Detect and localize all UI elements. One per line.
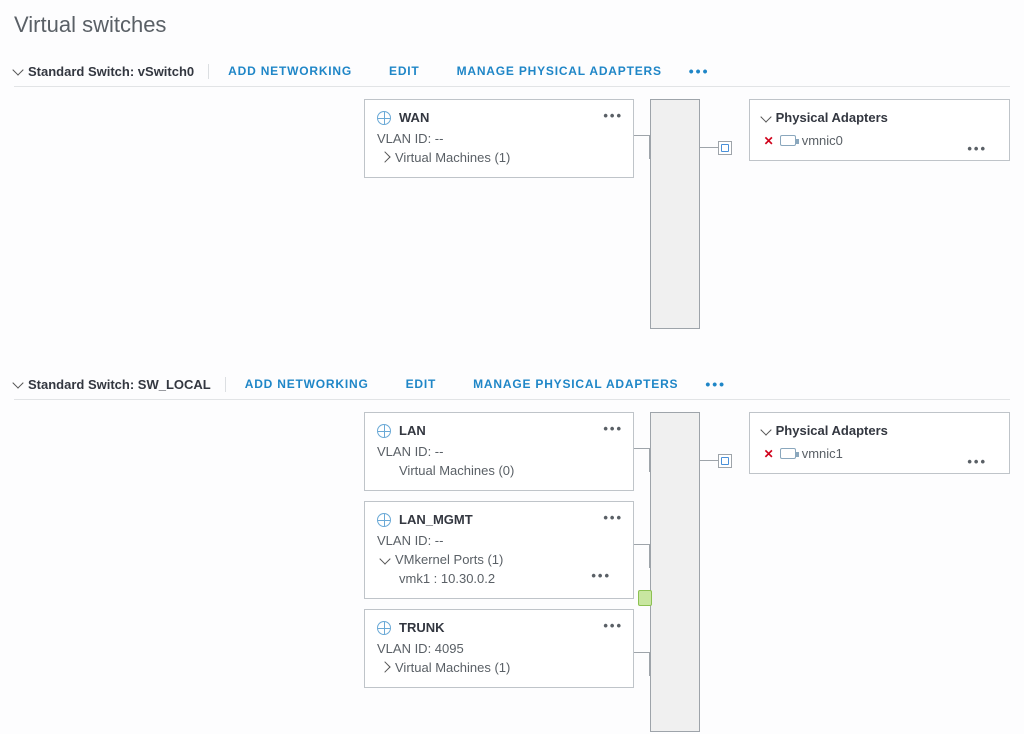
chevron-right-icon [379,151,390,162]
edit-button[interactable]: Edit [388,373,455,395]
portgroup-icon [377,111,391,125]
vswitch-bridge [634,99,723,329]
vmk-chip-icon [638,590,652,606]
adapter-name: vmnic0 [802,133,843,148]
chevron-down-icon[interactable] [760,111,771,122]
portgroup-icon [377,424,391,438]
link-down-icon: ✕ [764,448,774,460]
portgroup-more-icon[interactable]: ••• [603,510,623,525]
vlan-id-label: VLAN ID: 4095 [377,641,621,656]
chevron-down-icon [379,553,390,564]
vswitch-bridge [634,412,723,732]
switch-header: Standard Switch: vSwitch0 Add Networking… [14,56,1010,87]
physical-adapter-row[interactable]: ✕ vmnic1 ••• [762,446,997,461]
chevron-down-icon[interactable] [760,424,771,435]
switch-toggle[interactable]: Standard Switch: vSwitch0 [14,64,209,79]
vlan-id-label: VLAN ID: -- [377,131,621,146]
portgroup-name: LAN_MGMT [399,512,473,527]
portgroup-more-icon[interactable]: ••• [603,618,623,633]
physical-adapters-label: Physical Adapters [776,110,888,125]
vm-list-toggle[interactable]: Virtual Machines (0) [381,463,621,478]
more-actions-icon[interactable]: ••• [697,376,734,392]
vm-count-label: Virtual Machines (0) [399,463,514,478]
vm-count-label: Virtual Machines (1) [395,660,510,675]
switch-header: Standard Switch: SW_LOCAL Add Networking… [14,369,1010,400]
portgroup-more-icon[interactable]: ••• [603,421,623,436]
manage-physical-adapters-button[interactable]: Manage Physical Adapters [439,60,680,82]
vm-list-toggle[interactable]: Virtual Machines (1) [381,660,621,675]
chevron-down-icon [12,64,23,75]
portgroup-card[interactable]: WAN ••• VLAN ID: -- Virtual Machines (1) [364,99,634,178]
portgroup-name: WAN [399,110,429,125]
adapter-more-icon[interactable]: ••• [967,141,987,156]
portgroup-icon [377,621,391,635]
physical-adapters-panel: Physical Adapters ✕ vmnic0 ••• [749,99,1010,161]
adapter-name: vmnic1 [802,446,843,461]
switch-toggle[interactable]: Standard Switch: SW_LOCAL [14,377,226,392]
vmk-more-icon[interactable]: ••• [591,568,611,583]
add-networking-button[interactable]: Add Networking [227,373,387,395]
portgroup-card[interactable]: LAN ••• VLAN ID: -- Virtual Machines (0) [364,412,634,491]
vlan-id-label: VLAN ID: -- [377,533,621,548]
add-networking-button[interactable]: Add Networking [210,60,370,82]
chevron-right-icon [379,661,390,672]
chevron-down-icon [12,377,23,388]
vmkernel-port-row[interactable]: vmk1 : 10.30.0.2 ••• [399,571,621,586]
nic-icon [780,135,796,146]
edit-button[interactable]: Edit [371,60,438,82]
manage-physical-adapters-button[interactable]: Manage Physical Adapters [455,373,696,395]
portgroup-card[interactable]: LAN_MGMT ••• VLAN ID: -- VMkernel Ports … [364,501,634,599]
switch-topology: WAN ••• VLAN ID: -- Virtual Machines (1)… [14,99,1010,329]
nic-icon [780,448,796,459]
vmk-count-label: VMkernel Ports (1) [395,552,503,567]
portgroup-more-icon[interactable]: ••• [603,108,623,123]
physical-adapter-row[interactable]: ✕ vmnic0 ••• [762,133,997,148]
switch-topology: LAN ••• VLAN ID: -- Virtual Machines (0)… [14,412,1010,732]
vlan-id-label: VLAN ID: -- [377,444,621,459]
portgroup-name: LAN [399,423,426,438]
physical-adapters-panel: Physical Adapters ✕ vmnic1 ••• [749,412,1010,474]
vmk-port-label: vmk1 : 10.30.0.2 [399,571,495,586]
switch-title-text: Standard Switch: vSwitch0 [28,64,194,79]
link-down-icon: ✕ [764,135,774,147]
more-actions-icon[interactable]: ••• [681,63,718,79]
physical-adapters-label: Physical Adapters [776,423,888,438]
vm-count-label: Virtual Machines (1) [395,150,510,165]
portgroup-icon [377,513,391,527]
portgroup-name: TRUNK [399,620,445,635]
vm-list-toggle[interactable]: Virtual Machines (1) [381,150,621,165]
page-title: Virtual switches [14,12,1010,38]
switch-title-text: Standard Switch: SW_LOCAL [28,377,211,392]
adapter-more-icon[interactable]: ••• [967,454,987,469]
vmk-list-toggle[interactable]: VMkernel Ports (1) [381,552,621,567]
portgroup-card[interactable]: TRUNK ••• VLAN ID: 4095 Virtual Machines… [364,609,634,688]
